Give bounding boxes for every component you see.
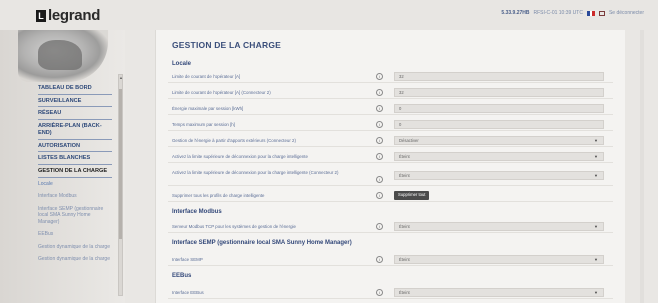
setting-label: Supprimer tous les profils de charge int… (172, 193, 265, 198)
help-icon[interactable]: i (376, 73, 383, 80)
help-icon[interactable]: i (376, 223, 383, 230)
setting-row: Limite de courant de l'opérateur [A] (Co… (168, 88, 613, 99)
help-icon[interactable]: i (376, 121, 383, 128)
chevron-down-icon: ▼ (594, 173, 598, 178)
sidebar-scrollbar[interactable]: ▲ (118, 74, 123, 296)
sidebar-item-tableau-de-bord[interactable]: TABLEAU DE BORD (38, 82, 112, 95)
sidebar-item-listes-blanches[interactable]: LISTES BLANCHES (38, 152, 112, 165)
setting-row: Temps maximum par session [h] i 0 (168, 120, 613, 131)
header-bar: L legrand 5.33.9.27HB RFSI-C-01 10:39 UT… (0, 0, 658, 30)
setting-label: Activez la limite supérieure de déconnex… (172, 154, 308, 159)
operator-current-limit-c2-input[interactable]: 32 (394, 88, 604, 97)
setting-row: Activez la limite supérieure de déconnex… (168, 168, 613, 186)
serial-number: 5.33.9.27HB (501, 10, 530, 16)
setting-label: Limite de courant de l'opérateur [A] (172, 74, 241, 79)
main-content: GESTION DE LA CHARGE Locale Limite de co… (155, 30, 625, 303)
chevron-down-icon: ▼ (594, 154, 598, 159)
setting-row: Interface SEMP i Éteint ▼ (168, 255, 613, 266)
scroll-up-icon[interactable]: ▲ (119, 75, 123, 80)
help-icon[interactable]: i (376, 192, 383, 199)
sidebar-item-gestion-charge[interactable]: GESTION DE LA CHARGE (38, 165, 112, 178)
help-icon[interactable]: i (376, 89, 383, 96)
page-title: GESTION DE LA CHARGE (172, 40, 281, 50)
help-icon[interactable]: i (376, 105, 383, 112)
setting-row: Interface EEBus i Éteint ▼ (168, 288, 613, 299)
chevron-down-icon: ▼ (594, 138, 598, 143)
setting-row: Serveur Modbus TCP pour les systèmes de … (168, 222, 613, 233)
select-value: Éteint (399, 290, 410, 295)
setting-label: Gestion de l'énergie à partir d'apports … (172, 138, 296, 143)
sidebar-subitem-locale[interactable]: Locale (38, 178, 112, 191)
sidebar-nav: TABLEAU DE BORD SURVEILLANCE RÉSEAU ARRI… (38, 82, 112, 266)
legrand-logo[interactable]: L legrand (36, 7, 100, 24)
help-icon[interactable]: i (376, 137, 383, 144)
left-panel: TABLEAU DE BORD SURVEILLANCE RÉSEAU ARRI… (0, 30, 125, 303)
status-text: RFSI-C-01 10:39 UTC (533, 10, 583, 16)
setting-row: Gestion de l'énergie à partir d'apports … (168, 136, 613, 147)
sidebar-subitem-eebus[interactable]: EEBus (38, 228, 112, 241)
setting-label: Interface SEMP (172, 257, 203, 262)
scrollbar-thumb[interactable] (119, 89, 122, 239)
sidebar-subitem-dynamic-2[interactable]: Gestion dynamique de la charge (38, 253, 112, 266)
eebus-interface-select[interactable]: Éteint ▼ (394, 288, 604, 297)
select-value: Désactiver (399, 138, 419, 143)
chevron-down-icon: ▼ (594, 257, 598, 262)
sidebar-item-autorisation[interactable]: AUTORISATION (38, 140, 112, 153)
semp-interface-select[interactable]: Éteint ▼ (394, 255, 604, 264)
setting-label: Activez la limite supérieure de déconnex… (172, 170, 339, 175)
sidebar-item-backend[interactable]: ARRIÈRE-PLAN (BACK-END) (38, 120, 112, 140)
logout-icon[interactable] (598, 10, 605, 16)
max-energy-input[interactable]: 0 (394, 104, 604, 113)
disconnect-limit-select[interactable]: Éteint ▼ (394, 152, 604, 161)
setting-row: Supprimer tous les profils de charge int… (168, 191, 613, 202)
setting-label: Limite de courant de l'opérateur [A] (Co… (172, 90, 271, 95)
sidebar-item-surveillance[interactable]: SURVEILLANCE (38, 95, 112, 108)
disconnect-limit-c2-select[interactable]: Éteint ▼ (394, 171, 604, 180)
operator-current-limit-input[interactable]: 32 (394, 72, 604, 81)
modbus-server-select[interactable]: Éteint ▼ (394, 222, 604, 231)
setting-label: Serveur Modbus TCP pour les systèmes de … (172, 224, 296, 229)
help-icon[interactable]: i (376, 289, 383, 296)
section-title-modbus: Interface Modbus (172, 209, 222, 215)
section-title-locale: Locale (172, 61, 192, 67)
select-value: Éteint (399, 154, 410, 159)
help-icon[interactable]: i (376, 256, 383, 263)
topbar-status: 5.33.9.27HB RFSI-C-01 10:39 UTC Se décon… (501, 10, 644, 16)
setting-label: Énergie maximale par session [kWh] (172, 106, 244, 111)
logo-mark: L (36, 9, 46, 22)
setting-row: Activez la limite supérieure de déconnex… (168, 152, 613, 163)
logo-text: legrand (48, 7, 101, 24)
select-value: Éteint (399, 224, 410, 229)
sidebar-subitem-modbus[interactable]: Interface Modbus (38, 190, 112, 203)
section-title-eebus: EEBus (172, 273, 192, 279)
setting-row: Énergie maximale par session [kWh] i 0 (168, 104, 613, 115)
sidebar-subitem-semp[interactable]: Interface SEMP (gestionnaire local SMA S… (38, 203, 112, 229)
select-value: Éteint (399, 173, 410, 178)
help-icon[interactable]: i (376, 176, 383, 183)
select-value: Éteint (399, 257, 410, 262)
language-flag-icon[interactable] (586, 10, 595, 16)
max-time-input[interactable]: 0 (394, 120, 604, 129)
charger-plug-image (18, 30, 108, 82)
setting-label: Temps maximum par session [h] (172, 122, 235, 127)
setting-row: Limite de courant de l'opérateur [A] i 3… (168, 72, 613, 83)
page-scrollbar[interactable] (640, 30, 644, 303)
chevron-down-icon: ▼ (594, 290, 598, 295)
chevron-down-icon: ▼ (594, 224, 598, 229)
setting-label: Interface EEBus (172, 290, 204, 295)
delete-all-profiles-button[interactable]: Supprimer tout (394, 191, 430, 200)
section-title-semp: Interface SEMP (gestionnaire local SMA S… (172, 240, 352, 246)
help-icon[interactable]: i (376, 153, 383, 160)
sidebar-subitem-dynamic-1[interactable]: Gestion dynamique de la charge (38, 241, 112, 254)
sidebar-item-reseau[interactable]: RÉSEAU (38, 107, 112, 121)
external-energy-select[interactable]: Désactiver ▼ (394, 136, 604, 145)
logout-link[interactable]: Se déconnecter (609, 10, 644, 16)
